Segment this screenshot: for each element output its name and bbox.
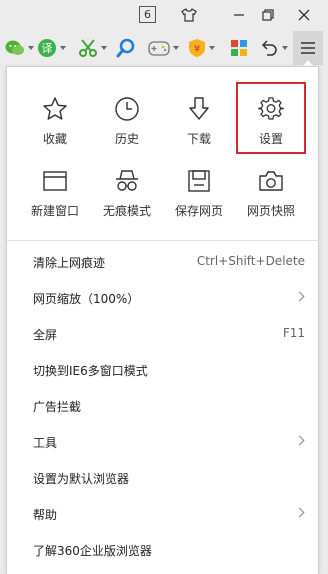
browser-toolbar: 译 ¥ <box>0 31 328 65</box>
favorites-label: 收藏 <box>42 132 67 146</box>
chevron-right-icon <box>294 435 305 446</box>
menu-item-shortcut: F11 <box>282 326 305 340</box>
menu-item-zoom[interactable]: 网页缩放（100%） <box>7 280 319 316</box>
translate-icon[interactable]: 译 <box>37 36 66 60</box>
menu-item-label: 网页缩放（100%） <box>33 292 140 306</box>
incognito-button[interactable]: 无痕模式 <box>92 166 162 236</box>
download-label: 下载 <box>186 132 211 146</box>
search-icon[interactable] <box>116 36 136 60</box>
menu-item-enterprise[interactable]: 了解360企业版浏览器 <box>7 532 319 568</box>
menu-item-label: 设置为默认浏览器 <box>33 472 130 486</box>
menu-item-tools[interactable]: 工具 <box>7 424 319 460</box>
new-window-icon <box>42 166 68 196</box>
clock-icon <box>114 94 140 124</box>
scissors-dropdown-caret[interactable] <box>101 46 107 50</box>
menu-item-clear-traces[interactable]: 清除上网痕迹 Ctrl+Shift+Delete <box>7 244 319 280</box>
save-page-button[interactable]: 保存网页 <box>164 166 234 236</box>
download-button[interactable]: 下载 <box>164 94 234 164</box>
game-dropdown-caret[interactable] <box>173 46 179 50</box>
window-titlebar: 6 <box>0 0 328 30</box>
undo-icon[interactable] <box>259 36 288 60</box>
menu-item-shortcut: Ctrl+Shift+Delete <box>196 254 305 268</box>
panel-divider <box>7 240 319 241</box>
history-button[interactable]: 历史 <box>92 94 162 164</box>
new-window-button[interactable]: 新建窗口 <box>20 166 90 236</box>
translate-dropdown-caret[interactable] <box>60 46 66 50</box>
wechat-dropdown-caret[interactable] <box>28 46 34 50</box>
star-icon <box>42 94 68 124</box>
settings-highlight-box <box>236 82 306 154</box>
shield-icon[interactable]: ¥ <box>188 36 215 60</box>
menu-item-default-browser[interactable]: 设置为默认浏览器 <box>7 460 319 496</box>
coupon-glyph: ¥ <box>194 44 200 55</box>
incognito-icon <box>114 166 140 196</box>
screenshot-scissors-icon[interactable] <box>78 36 107 60</box>
menu-item-ad-block[interactable]: 广告拦截 <box>7 388 319 424</box>
menu-item-ie6-mode[interactable]: 切换到IE6多窗口模式 <box>7 352 319 388</box>
skin-tshirt-icon[interactable] <box>176 3 202 27</box>
chevron-right-icon <box>294 291 305 302</box>
download-icon <box>186 94 212 124</box>
game-icon[interactable] <box>148 36 179 60</box>
close-button[interactable] <box>291 3 317 27</box>
history-label: 历史 <box>114 132 139 146</box>
snapshot-label: 网页快照 <box>246 204 295 218</box>
minimize-button[interactable] <box>226 3 252 27</box>
undo-dropdown-caret[interactable] <box>282 46 288 50</box>
camera-icon <box>258 166 284 196</box>
menu-item-label: 全屏 <box>33 328 58 342</box>
translate-glyph: 译 <box>42 42 53 55</box>
save-page-label: 保存网页 <box>174 204 223 218</box>
favorites-button[interactable]: 收藏 <box>20 94 90 164</box>
menu-item-label: 帮助 <box>33 508 58 522</box>
new-window-label: 新建窗口 <box>30 204 79 218</box>
menu-item-label: 了解360企业版浏览器 <box>33 544 152 558</box>
chevron-right-icon <box>294 507 305 518</box>
menu-item-label: 广告拦截 <box>33 400 82 414</box>
snapshot-button[interactable]: 网页快照 <box>236 166 306 236</box>
save-icon <box>187 166 211 196</box>
wechat-icon[interactable] <box>5 36 34 60</box>
menu-item-fullscreen[interactable]: 全屏 F11 <box>7 316 319 352</box>
apps-grid-icon[interactable] <box>230 36 248 60</box>
menu-item-label: 切换到IE6多窗口模式 <box>33 364 148 378</box>
restore-button[interactable] <box>255 3 281 27</box>
menu-item-label: 工具 <box>33 436 58 450</box>
menu-item-label: 清除上网痕迹 <box>33 256 106 270</box>
tab-count-badge[interactable]: 6 <box>139 6 156 23</box>
incognito-label: 无痕模式 <box>102 204 151 218</box>
shield-dropdown-caret[interactable] <box>209 46 215 50</box>
menu-item-help[interactable]: 帮助 <box>7 496 319 532</box>
